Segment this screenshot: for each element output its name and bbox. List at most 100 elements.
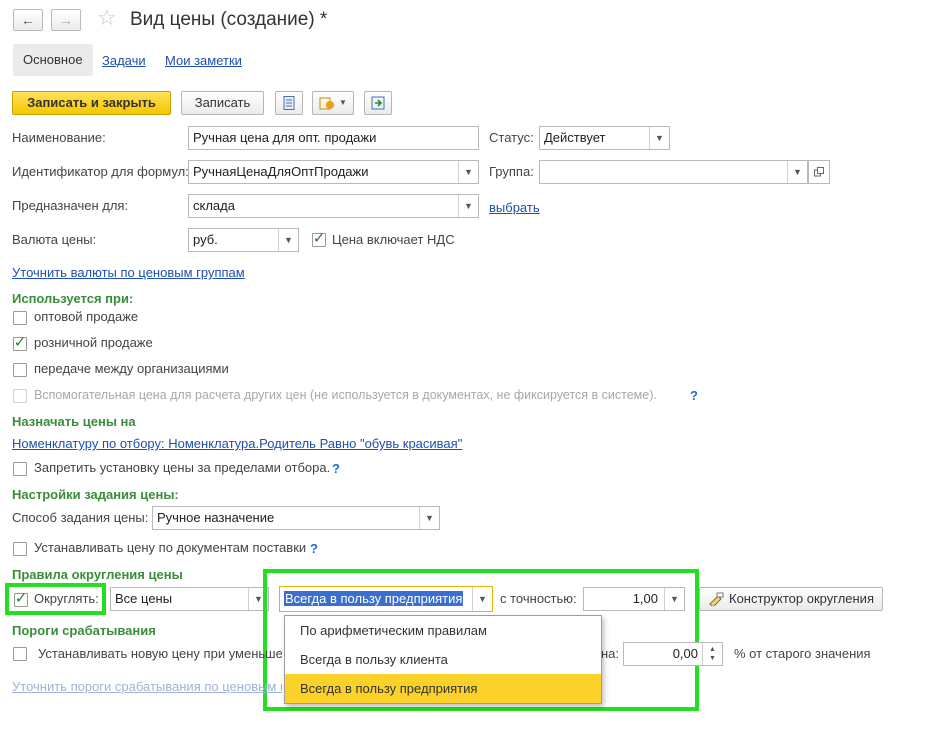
by-docs-checkbox[interactable] [13,542,27,556]
formula-id-select[interactable]: РучнаяЦенаДляОптПродажи ▼ [188,160,479,184]
formula-id-label: Идентификатор для формул: [12,164,189,179]
list-report-button[interactable] [275,91,303,115]
method-label: Способ задания цены: [12,510,149,525]
group-select[interactable]: ▼ [539,160,808,184]
currency-select[interactable]: руб. ▼ [188,228,299,252]
save-button[interactable]: Записать [181,91,264,115]
formula-id-value: РучнаяЦенаДляОптПродажи [193,164,369,179]
intended-select[interactable]: склада ▼ [188,194,479,218]
chevron-down-icon[interactable]: ▼ [664,588,684,610]
rounding-heading: Правила округления цены [12,567,183,582]
wholesale-checkbox[interactable] [13,311,27,325]
create-based-on-button[interactable]: ▼ [312,91,354,115]
status-label: Статус: [489,130,534,145]
dropdown-option-enterprise[interactable]: Всегда в пользу предприятия [285,674,601,703]
chevron-down-icon[interactable]: ▼ [458,161,478,183]
name-label: Наименование: [12,130,106,145]
round-scope-select[interactable]: Все цены ▼ [110,587,269,611]
chevron-down-icon[interactable]: ▼ [472,587,492,611]
round-mode-value: Всегда в пользу предприятия [284,591,464,606]
round-mode-select[interactable]: Всегда в пользу предприятия ▼ [279,586,493,612]
dropdown-option-arithmetic[interactable]: По арифметическим правилам [285,616,601,645]
auxiliary-help-icon[interactable]: ? [690,388,698,403]
precision-value: 1,00 [632,591,658,606]
transfer-label: передаче между организациями [34,361,229,376]
status-value: Действует [544,130,606,145]
page-title: Вид цены (создание) * [130,9,328,30]
precision-select[interactable]: 1,00 ▼ [583,587,685,611]
method-select[interactable]: Ручное назначение ▼ [152,506,440,530]
document-list-icon [283,96,295,110]
price-settings-heading: Настройки задания цены: [12,487,179,502]
chevron-down-icon: ▼ [339,98,347,107]
thresholds-heading: Пороги срабатывания [12,623,156,638]
vat-label: Цена включает НДС [332,232,455,247]
currency-value: руб. [193,232,218,247]
forbid-checkbox[interactable] [13,462,27,476]
spinner-icon[interactable]: ▲ ▼ [702,643,722,665]
status-select[interactable]: Действует ▼ [539,126,670,150]
group-label: Группа: [489,164,534,179]
star-icon[interactable]: ☆ [97,5,117,31]
wholesale-label: оптовой продаже [34,309,139,324]
retail-label: розничной продаже [34,335,153,350]
round-label: Округлять: [34,591,99,606]
tab-notes[interactable]: Мои заметки [165,53,242,68]
new-price-label: Устанавливать новую цену при уменьше [38,646,282,661]
tab-main-label: Основное [23,52,83,67]
used-in-heading: Используется при: [12,291,134,306]
retail-checkbox[interactable]: ✓ [13,333,27,351]
threshold-percent-value: 0,00 [672,646,698,661]
chevron-down-icon[interactable]: ▼ [649,127,669,149]
tab-tasks[interactable]: Задачи [102,53,146,68]
checkmark-icon: ✓ [312,229,326,247]
rounding-constructor-button[interactable]: Конструктор округления [699,587,883,611]
refine-currency-link[interactable]: Уточнить валюты по ценовым группам [12,265,245,280]
filter-link[interactable]: Номенклатуру по отбору: Номенклатура.Род… [12,436,462,451]
threshold-percent-suffix: % от старого значения [734,646,871,661]
forward-button[interactable]: → [51,9,81,31]
chevron-down-icon[interactable]: ▼ [278,229,298,251]
round-checkbox[interactable]: ✓ [14,589,28,607]
assign-heading: Назначать цены на [12,414,136,429]
currency-label: Валюта цены: [12,232,97,247]
new-price-checkbox[interactable] [13,647,27,661]
intended-label: Предназначен для: [12,198,129,213]
create-document-icon [319,97,335,110]
round-scope-value: Все цены [115,591,173,606]
auxiliary-label: Вспомогательная цена для расчета других … [34,388,657,402]
arrow-right-icon: → [59,12,73,28]
by-docs-help-icon[interactable]: ? [310,541,318,556]
name-input[interactable]: Ручная цена для опт. продажи [188,126,479,150]
chevron-down-icon[interactable]: ▼ [787,161,807,183]
chevron-down-icon[interactable]: ▼ [458,195,478,217]
by-docs-label: Устанавливать цену по документам поставк… [34,540,307,555]
open-window-icon [814,167,824,177]
checkmark-icon: ✓ [13,333,27,351]
rounding-mode-dropdown[interactable]: По арифметическим правилам Всегда в поль… [284,615,602,704]
export-button[interactable] [364,91,392,115]
forbid-label: Запретить установку цены за пределами от… [34,460,331,475]
save-close-button[interactable]: Записать и закрыть [12,91,171,115]
constructor-icon [709,592,724,606]
group-open-button[interactable] [808,160,830,184]
intended-value: склада [193,198,235,213]
threshold-partial-label: на: [601,646,620,661]
chevron-down-icon[interactable]: ▼ [419,507,439,529]
auxiliary-checkbox [13,389,27,403]
rounding-constructor-label: Конструктор округления [729,591,874,606]
forbid-help-icon[interactable]: ? [332,461,340,476]
checkmark-icon: ✓ [14,589,28,607]
transfer-checkbox[interactable] [13,363,27,377]
export-arrow-icon [371,96,385,110]
refine-thresholds-link[interactable]: Уточнить пороги срабатывания по ценовым … [12,679,282,694]
threshold-percent-input[interactable]: 0,00 ▲ ▼ [623,642,723,666]
vat-checkbox[interactable]: ✓ [312,229,326,247]
dropdown-option-client[interactable]: Всегда в пользу клиента [285,645,601,674]
arrow-left-icon: ← [21,12,35,28]
precision-label: с точностью: [500,591,577,606]
method-value: Ручное назначение [157,510,275,525]
choose-link[interactable]: выбрать [489,200,540,215]
tab-main[interactable]: Основное [13,44,93,76]
back-button[interactable]: ← [13,9,43,31]
